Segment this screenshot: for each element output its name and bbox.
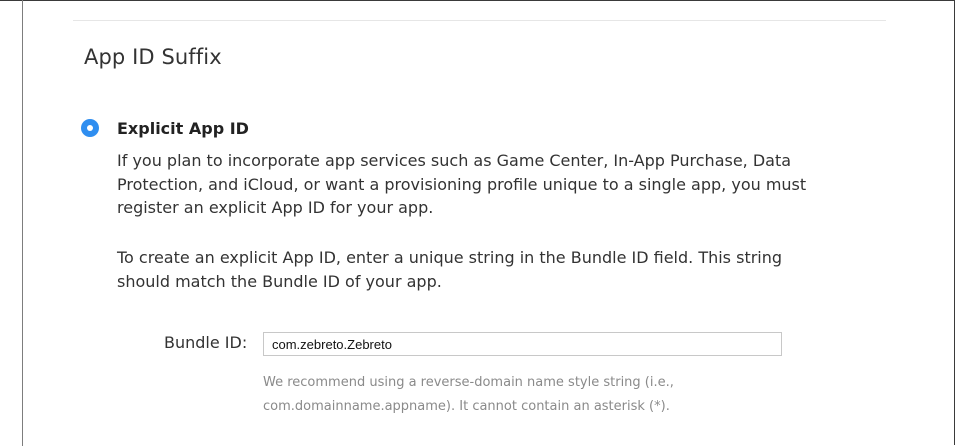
explicit-app-id-radio[interactable] [81,119,99,137]
radio-selected-dot [87,125,93,131]
bundle-id-help-text: We recommend using a reverse-domain name… [263,371,783,419]
help-line-1: We recommend using a reverse-domain name… [263,375,674,390]
left-border-line [22,0,23,446]
section-title: App ID Suffix [84,45,222,69]
explicit-app-id-description: If you plan to incorporate app services … [117,151,807,217]
bundle-id-instructions: To create an explicit App ID, enter a un… [117,248,783,291]
bundle-id-input[interactable] [263,332,782,356]
bundle-id-label: Bundle ID: [164,333,248,352]
explicit-app-id-label[interactable]: Explicit App ID [117,119,249,138]
top-divider [73,20,886,21]
help-line-2: com.domainname.appname). It cannot conta… [263,399,670,414]
